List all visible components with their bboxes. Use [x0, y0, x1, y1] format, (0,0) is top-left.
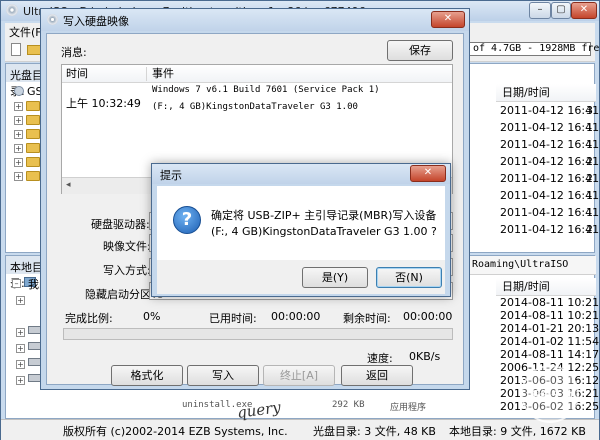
minimize-button[interactable]: – [529, 2, 551, 19]
confirm-prompt-dialog: 提示 ✕ ? 确定将 USB-ZIP+ 主引导记录(MBR)写入设备 (F:, … [151, 163, 451, 297]
list-item[interactable]: 2011-04-12 16:41 3 [500, 102, 599, 119]
no-button[interactable]: 否(N) [376, 267, 442, 288]
image-file-label: 映像文件: [103, 240, 151, 253]
list-item[interactable]: 2011-04-12 16:41 1 [500, 119, 599, 136]
prompt-body: ? 确定将 USB-ZIP+ 主引导记录(MBR)写入设备 (F:, 4 GB)… [157, 186, 445, 260]
write-method-label: 写入方式: [103, 264, 151, 277]
prompt-title-bar [152, 164, 450, 184]
back-button[interactable]: 返回 [341, 365, 413, 386]
status-cd: 光盘目录: 3 文件, 48 KB [313, 425, 436, 438]
bottom-file-row[interactable]: uninstall.exe 292 KB [182, 400, 382, 414]
tree-expand-3[interactable]: + [14, 130, 23, 139]
folder-icon [26, 143, 40, 153]
prompt-close-button[interactable]: ✕ [410, 165, 446, 182]
stop-button[interactable]: 终止[A] [263, 365, 335, 386]
tree-root-cd-icon [14, 86, 24, 96]
write-dialog-icon [47, 14, 58, 25]
elapsed-label: 已用时间: [209, 312, 257, 325]
prompt-title: 提示 [160, 169, 182, 182]
column-event-header[interactable]: 事件 [152, 65, 174, 83]
folder-icon [26, 171, 40, 181]
speed-value: 0KB/s [409, 350, 441, 363]
message-log-header: 时间 事件 [62, 65, 452, 83]
remaining-label: 剩余时间: [343, 312, 391, 325]
tree-expand-local-4[interactable]: + [16, 360, 25, 369]
progress-value: 0% [143, 310, 161, 323]
list-item[interactable]: 2011-04-12 16:41 2 [500, 221, 599, 238]
scroll-left-arrow-icon[interactable]: ◂ [66, 180, 71, 190]
log-row-time: 上午 10:32:49 [66, 97, 141, 110]
disk-size-bar: of 4.7GB - 1928MB free [469, 42, 600, 56]
folder-icon [26, 101, 40, 111]
tree-expand-local-5[interactable]: + [16, 376, 25, 385]
file-type: 应用程序 [390, 403, 427, 413]
date-column-header[interactable]: 日期/时间 [502, 84, 550, 102]
tree-collapse-my[interactable]: – [12, 279, 21, 288]
write-button[interactable]: 写入 [187, 365, 259, 386]
list-item[interactable]: 2011-04-12 16:41 1 [500, 187, 599, 204]
list-item[interactable]: 2011-04-12 16:41 2 [500, 153, 599, 170]
maximize-button[interactable]: ▢ [551, 2, 571, 19]
save-button[interactable]: 保存 [387, 40, 453, 61]
folder-icon [26, 115, 40, 125]
yes-button[interactable]: 是(Y) [302, 267, 368, 288]
tree-expand-local-3[interactable]: + [16, 344, 25, 353]
disk-info-text: of 4.7GB - 1928MB free [473, 43, 600, 54]
log-row-event-2: (F:, 4 GB)KingstonDataTraveler G3 1.00 [152, 102, 358, 112]
progress-bar [63, 328, 453, 340]
cd-date-list: 2011-04-12 16:41 3 2011-04-12 16:41 1 2011… [500, 102, 599, 242]
status-copyright: 版权所有 (c)2002-2014 EZB Systems, Inc. [63, 425, 288, 438]
watermark-logo-text: 系统天地 [529, 389, 573, 402]
column-time-header[interactable]: 时间 [66, 65, 88, 83]
folder-icon [26, 157, 40, 167]
format-button[interactable]: 格式化 [111, 365, 183, 386]
status-local: 本地目录: 9 文件, 1672 KB [449, 425, 586, 438]
hidden-partition-label: 隐藏启动分区: [85, 288, 155, 301]
folder-icon [26, 129, 40, 139]
cd-list-header: 日期/时间 [496, 84, 596, 102]
tree-expand-6[interactable]: + [14, 172, 23, 181]
open-folder-icon[interactable] [27, 45, 41, 55]
tree-expand-2[interactable]: + [14, 116, 23, 125]
app-disc-icon [6, 4, 18, 16]
tree-expand-local-2[interactable]: + [16, 328, 25, 337]
elapsed-value: 00:00:00 [271, 310, 321, 323]
tree-expand-local-1[interactable]: + [16, 296, 25, 305]
progress-label: 完成比例: [65, 312, 113, 325]
messages-label: 消息: [61, 46, 87, 59]
speed-label: 速度: [367, 352, 393, 365]
close-button[interactable]: ✕ [571, 2, 597, 19]
prompt-message: 确定将 USB-ZIP+ 主引导记录(MBR)写入设备 (F:, 4 GB)Ki… [211, 209, 437, 238]
list-item[interactable]: 2011-04-12 16:41 1 [500, 204, 599, 221]
drive-label: 硬盘驱动器: [91, 218, 150, 231]
status-bar: 版权所有 (c)2002-2014 EZB Systems, Inc. 光盘目录… [1, 419, 599, 440]
question-icon: ? [173, 206, 201, 234]
write-dialog-close-button[interactable]: ✕ [431, 11, 465, 28]
tree-expand-4[interactable]: + [14, 144, 23, 153]
local-path-text: Roaming\UltraISO [472, 259, 569, 270]
tree-expand-1[interactable]: + [14, 102, 23, 111]
tree-expand-5[interactable]: + [14, 158, 23, 167]
new-file-icon[interactable] [11, 43, 21, 56]
local-path-bar: Roaming\UltraISO [460, 256, 596, 275]
write-dialog-title: 写入硬盘映像 [63, 15, 129, 28]
list-item[interactable]: 2011-04-12 16:41 1 [500, 136, 599, 153]
list-item[interactable]: 2011-04-12 16:41 2 [500, 170, 599, 187]
file-size: 292 KB [332, 400, 365, 410]
log-row-event-1: Windows 7 v6.1 Build 7601 (Service Pack … [152, 85, 380, 95]
watermark-logo: 系统天地 [521, 365, 579, 423]
header-divider [146, 67, 147, 81]
remaining-value: 00:00:00 [403, 310, 453, 323]
